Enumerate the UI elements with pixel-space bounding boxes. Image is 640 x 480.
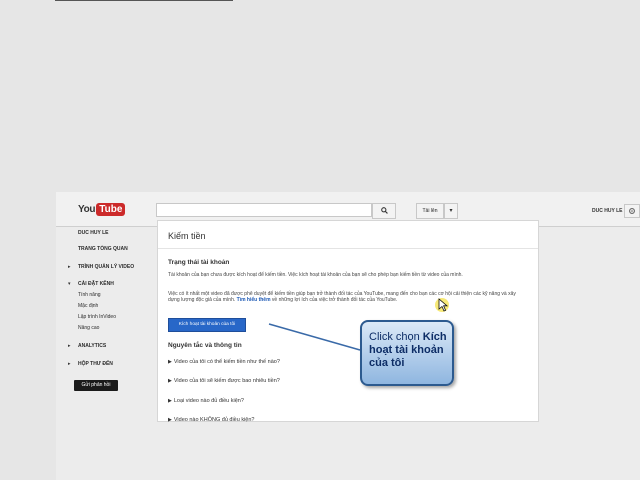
top-rule	[55, 0, 233, 1]
browser-screen: You Tube Tải lên ▾ DUC HUY LE DUC HUY LE…	[56, 192, 640, 480]
callout-text: Click chọn Kích hoạt tài khoản của tôi	[369, 331, 449, 370]
cursor-icon	[435, 298, 449, 312]
callout-prefix: Click chọn	[369, 331, 423, 343]
instruction-callout: Click chọn Kích hoạt tài khoản của tôi	[360, 320, 454, 386]
callout-pointer	[268, 323, 361, 351]
